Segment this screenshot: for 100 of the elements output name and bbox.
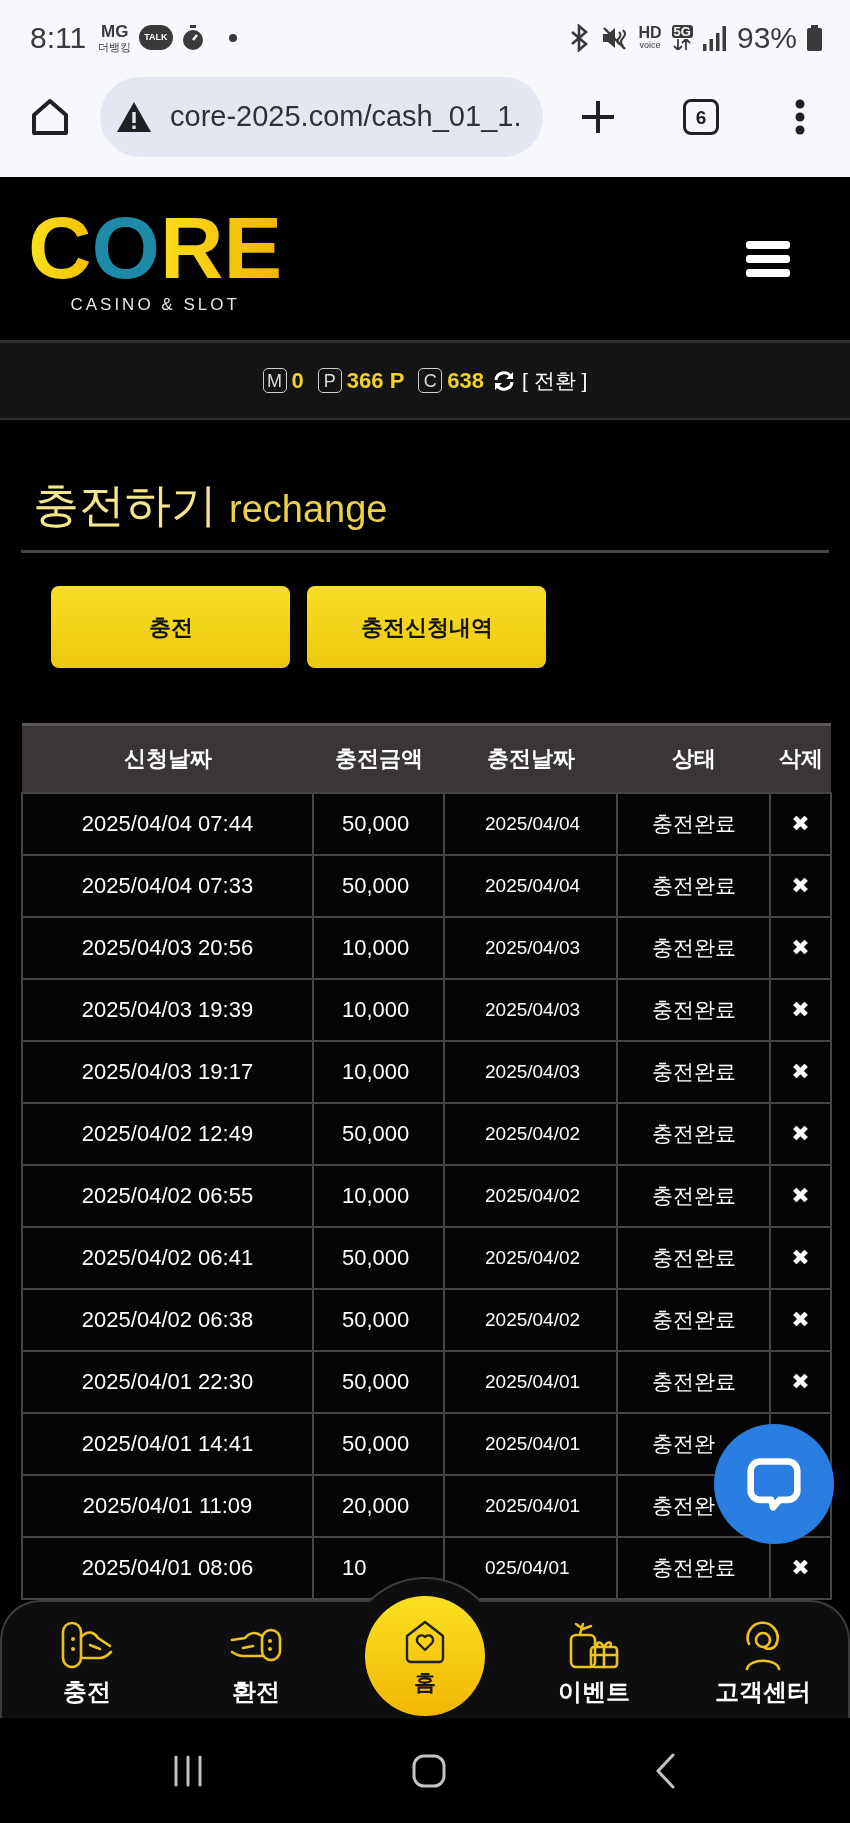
table-cell: 2025/04/01 xyxy=(444,1474,617,1537)
table-cell: 2025/04/03 xyxy=(444,1040,617,1103)
system-home-icon[interactable] xyxy=(412,1753,446,1788)
table-cell: 충전완료 xyxy=(617,1102,770,1165)
history-button[interactable]: 충전신청내역 xyxy=(307,586,546,668)
balance-value: 638 xyxy=(447,369,485,392)
table-cell: 50,000 xyxy=(313,1226,444,1289)
table-cell: 50,000 xyxy=(313,1102,444,1165)
table-cell: 2025/04/01 08:06 xyxy=(22,1536,313,1599)
table-cell: 2025/04/02 12:49 xyxy=(22,1102,313,1165)
mute-icon xyxy=(600,24,629,51)
table-cell: 충전완료 xyxy=(617,792,770,855)
delete-button[interactable]: ✖ xyxy=(791,1122,810,1145)
table-cell: 충전완료 xyxy=(617,1164,770,1227)
delete-button[interactable]: ✖ xyxy=(791,812,810,835)
table-cell: 10,000 xyxy=(313,1040,444,1103)
table-cell: 2025/04/01 xyxy=(444,1350,617,1413)
data-arrows-icon xyxy=(672,39,693,50)
table-cell: 10,000 xyxy=(313,978,444,1041)
table-cell: 10,000 xyxy=(313,1164,444,1227)
column-header: 신청날짜 xyxy=(22,724,313,793)
network-type-label: 5G xyxy=(671,25,693,38)
table-cell: 충전완료 xyxy=(617,1536,770,1599)
nav-item[interactable]: 고객센터 xyxy=(715,1602,812,1718)
table-cell: 2025/04/03 xyxy=(444,916,617,979)
column-header: 상태 xyxy=(617,724,770,793)
delete-button[interactable]: ✖ xyxy=(791,936,810,959)
table-cell: 2025/04/01 11:09 xyxy=(22,1474,313,1537)
hd-label: HD xyxy=(638,25,662,41)
column-header: 충전날짜 xyxy=(444,724,617,793)
notification-dot-icon xyxy=(228,33,237,42)
table-cell: 충전완료 xyxy=(617,1350,770,1413)
charge-button[interactable]: 충전 xyxy=(51,586,290,668)
table-cell: 50,000 xyxy=(313,1350,444,1413)
column-header: 삭제 xyxy=(770,724,831,793)
signal-icon xyxy=(702,24,727,51)
delete-button[interactable]: ✖ xyxy=(791,1246,810,1269)
table-cell: 2025/04/02 06:38 xyxy=(22,1288,313,1351)
balance-value: 0 xyxy=(291,369,304,392)
nav-item[interactable]: 환전 xyxy=(228,1602,283,1718)
currency-badge: M xyxy=(262,368,287,393)
delete-button[interactable]: ✖ xyxy=(791,1556,810,1579)
table-cell: 2025/04/02 06:55 xyxy=(22,1164,313,1227)
table-cell: 2025/04/02 xyxy=(444,1102,617,1165)
currency-badge: C xyxy=(418,368,443,393)
table-cell: 50,000 xyxy=(313,1412,444,1475)
address-bar[interactable]: core-2025.com/cash_01_1. xyxy=(100,77,543,157)
table-cell: 2025/04/03 20:56 xyxy=(22,916,313,979)
page-title: 충전하기 xyxy=(33,482,217,528)
status-time: 8:11 xyxy=(30,22,87,53)
battery-percent: 93% xyxy=(736,22,797,53)
table-cell: 50,000 xyxy=(313,1288,444,1351)
table-cell: 충전완료 xyxy=(617,1288,770,1351)
more-menu-icon[interactable] xyxy=(795,99,805,135)
table-cell: 10,000 xyxy=(313,916,444,979)
chat-notification-badge: TALK xyxy=(139,25,173,50)
table-cell: 2025/04/03 19:17 xyxy=(22,1040,313,1103)
table-cell: 충전완료 xyxy=(617,916,770,979)
back-icon[interactable] xyxy=(655,1752,675,1789)
logo-tagline: CASINO & SLOT xyxy=(70,296,240,313)
table-cell: 2025/04/01 22:30 xyxy=(22,1350,313,1413)
convert-link[interactable]: [ 전환 ] xyxy=(522,370,588,391)
delete-button[interactable]: ✖ xyxy=(791,1308,810,1331)
table-cell: 20,000 xyxy=(313,1474,444,1537)
battery-icon xyxy=(807,24,822,51)
delete-button[interactable]: ✖ xyxy=(791,874,810,897)
table-cell: 2025/04/04 xyxy=(444,854,617,917)
recent-apps-icon[interactable] xyxy=(173,1754,203,1787)
tab-switcher-button[interactable]: 6 xyxy=(683,99,719,135)
delete-button[interactable]: ✖ xyxy=(791,1370,810,1393)
chat-icon xyxy=(746,1456,802,1512)
table-cell: 2025/04/04 07:33 xyxy=(22,854,313,917)
table-cell: 2025/04/01 xyxy=(444,1412,617,1475)
table-cell: 2025/04/03 19:39 xyxy=(22,978,313,1041)
table-cell: 2025/04/02 xyxy=(444,1226,617,1289)
table-cell: 50,000 xyxy=(313,854,444,917)
home-button[interactable]: 홈 xyxy=(365,1596,485,1716)
menu-icon[interactable] xyxy=(746,240,790,277)
page-title-english: rechange xyxy=(229,490,388,528)
table-cell: 충전완료 xyxy=(617,978,770,1041)
delete-button[interactable]: ✖ xyxy=(791,1060,810,1083)
table-cell: 50,000 xyxy=(313,792,444,855)
home-icon[interactable] xyxy=(30,97,70,137)
table-cell: 2025/04/02 xyxy=(444,1164,617,1227)
table-cell: 2025/04/04 07:44 xyxy=(22,792,313,855)
balance-value: 366 P xyxy=(346,369,405,392)
table-cell: 2025/04/04 xyxy=(444,792,617,855)
table-cell: 2025/04/01 14:41 xyxy=(22,1412,313,1475)
voice-label: voice xyxy=(639,41,661,50)
table-cell: 충전완료 xyxy=(617,1226,770,1289)
table-cell: 025/04/01 xyxy=(444,1536,617,1599)
table-cell: 2025/04/03 xyxy=(444,978,617,1041)
delete-button[interactable]: ✖ xyxy=(791,1184,810,1207)
table-cell: 충전완료 xyxy=(617,854,770,917)
nav-item[interactable]: 이벤트 xyxy=(558,1602,631,1718)
notification-app-subname: 더뱅킹 xyxy=(98,41,132,53)
table-cell: 2025/04/02 06:41 xyxy=(22,1226,313,1289)
nav-item[interactable]: 충전 xyxy=(59,1602,114,1718)
plus-icon[interactable] xyxy=(580,99,616,135)
delete-button[interactable]: ✖ xyxy=(791,998,810,1021)
